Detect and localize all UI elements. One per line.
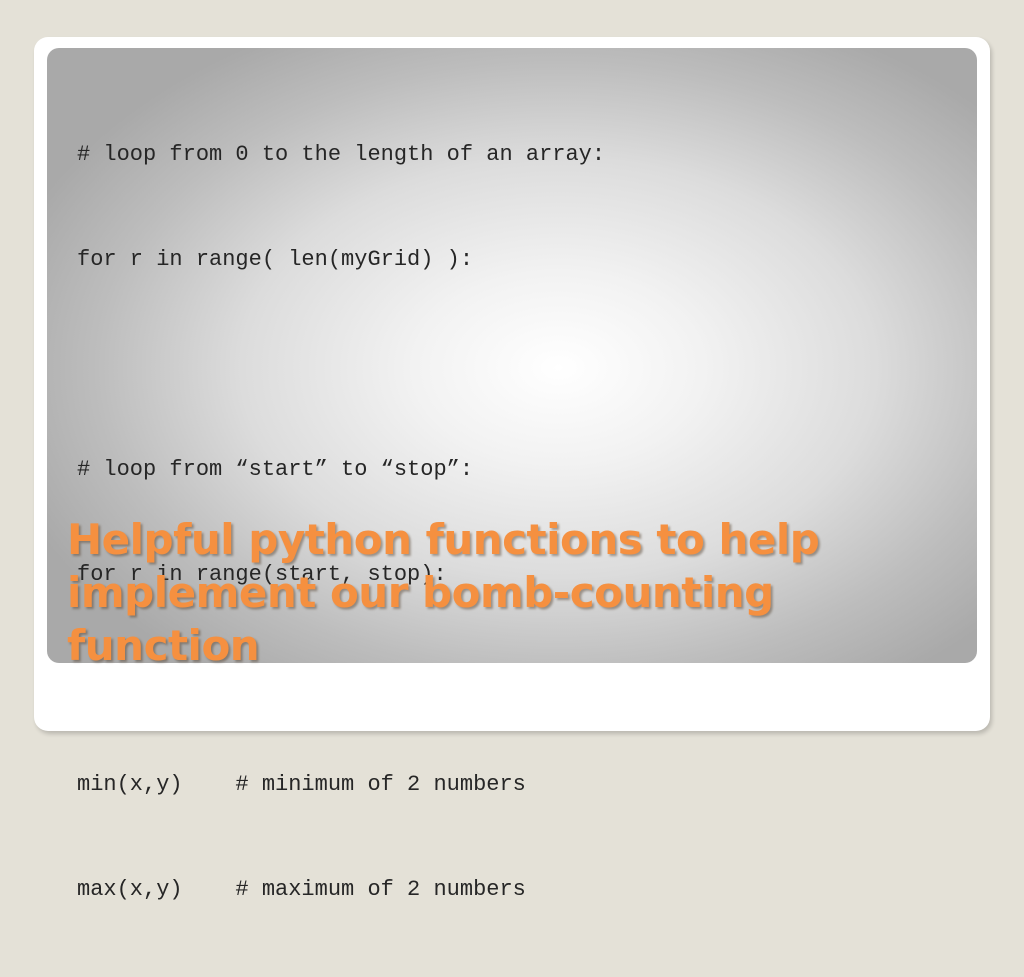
code-line-comment-loop-array: # loop from 0 to the length of an array: — [77, 142, 606, 167]
code-line-min: min(x,y) # minimum of 2 numbers — [77, 772, 526, 797]
slide-frame: # loop from 0 to the length of an array:… — [34, 37, 990, 902]
code-line-comment-loop-start-stop: # loop from “start” to “stop”: — [77, 457, 474, 482]
code-line-max: max(x,y) # maximum of 2 numbers — [77, 877, 526, 902]
content-panel: # loop from 0 to the length of an array:… — [47, 48, 977, 902]
code-line-for-range-len: for r in range( len(myGrid) ): — [77, 247, 474, 272]
slide-title: Helpful python functions to help impleme… — [67, 515, 820, 670]
